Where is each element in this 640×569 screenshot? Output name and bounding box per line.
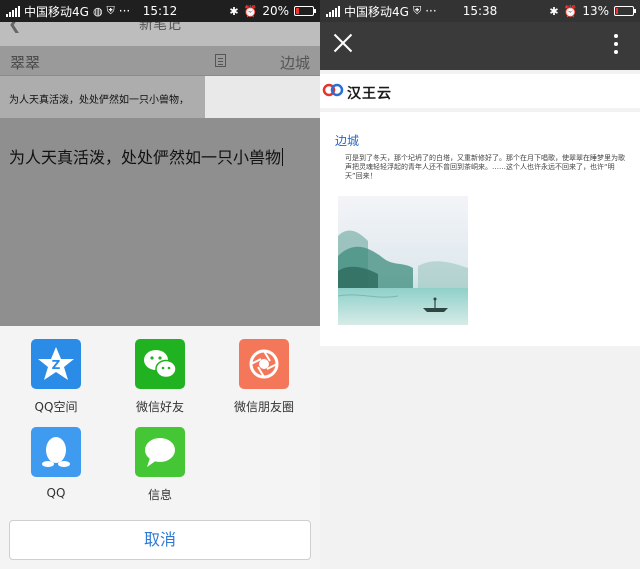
wechat-icon	[135, 339, 185, 389]
share-message-label: 信息	[147, 488, 172, 502]
notebook-icon[interactable]	[215, 54, 226, 67]
message-icon	[135, 427, 185, 477]
qq-icon	[31, 427, 81, 477]
status-bar: 中国移动4G ⛨ ··· 15:38 ✱ ⏰ 13%	[320, 0, 640, 22]
more-dots-icon: ···	[118, 4, 131, 18]
article-title: 边城	[335, 134, 360, 148]
brand-name: 汉王云	[347, 86, 392, 102]
more-vertical-icon[interactable]	[614, 34, 618, 54]
share-message[interactable]: 信息	[110, 427, 210, 503]
share-qzone[interactable]: Z QQ空间	[6, 339, 106, 415]
alarm-icon: ⏰	[563, 4, 578, 18]
qzone-icon: Z	[31, 339, 81, 389]
recognized-text: 为人天真活泼，处处俨然如一只小兽物，	[9, 95, 189, 106]
browser-toolbar	[320, 22, 640, 70]
note-share-screen: ❮ 新笔记 中国移动4G ◍ ⛨ ··· 15:12 ✱ ⏰ 20% 翠翠 边城…	[0, 0, 320, 569]
battery-percent: 13%	[582, 4, 609, 18]
share-moments[interactable]: 微信朋友圈	[214, 339, 314, 415]
note-author[interactable]: 翠翠	[10, 52, 40, 73]
bluetooth-icon: ✱	[229, 4, 239, 18]
share-moments-label: 微信朋友圈	[233, 400, 294, 414]
shield-icon: ⛨	[412, 4, 422, 17]
share-qzone-label: QQ空间	[34, 400, 78, 414]
brand-bar: 汉王云	[320, 74, 640, 108]
carrier-label: 中国移动4G	[24, 4, 89, 19]
close-icon[interactable]	[332, 32, 354, 54]
bluetooth-icon: ✱	[549, 4, 559, 18]
battery-percent: 20%	[262, 4, 289, 18]
status-bar: 中国移动4G ◍ ⛨ ··· 15:12 ✱ ⏰ 20%	[0, 0, 320, 22]
note-body-text: 为人天真活泼，处处俨然如一只小兽物	[9, 148, 282, 167]
article-body: 可是到了冬天，那个圮坍了的白塔，又重新修好了。那个在月下唱歌，使翠翠在睡梦里为歌…	[345, 154, 625, 180]
note-body[interactable]: 为人天真活泼，处处俨然如一只小兽物	[0, 118, 320, 326]
article-card: 边城 可是到了冬天，那个圮坍了的白塔，又重新修好了。那个在月下唱歌，使翠翠在睡梦…	[320, 112, 640, 346]
alarm-icon: ⏰	[243, 4, 258, 18]
landscape-image	[338, 196, 468, 325]
text-cursor	[282, 148, 284, 166]
carrier-label: 中国移动4G	[344, 4, 409, 19]
share-qq-label: QQ	[46, 486, 66, 500]
signal-icon	[6, 5, 20, 17]
more-dots-icon: ···	[425, 4, 437, 18]
shield-icon: ⛨	[106, 4, 115, 17]
cancel-button[interactable]: 取消	[9, 520, 311, 560]
share-qq[interactable]: QQ	[6, 427, 106, 500]
share-wechat-label: 微信好友	[135, 400, 184, 414]
article-screen: 中国移动4G ⛨ ··· 15:38 ✱ ⏰ 13% 汉王云 边城 可是到了冬天…	[320, 0, 640, 569]
handwriting-recognition-card[interactable]: 为人天真活泼，处处俨然如一只小兽物，	[0, 76, 205, 118]
signal-icon	[326, 5, 340, 17]
hanvon-cloud-logo-icon	[322, 83, 344, 97]
wifi-icon: ◍	[92, 4, 103, 18]
svg-text:Z: Z	[52, 358, 61, 372]
share-wechat[interactable]: 微信好友	[110, 339, 210, 415]
note-meta-bar: 翠翠 边城	[0, 46, 320, 76]
battery-icon	[294, 6, 316, 16]
share-sheet: Z QQ空间 微信好友 微信朋友圈 QQ 信息 取消	[0, 326, 320, 569]
note-body-line: 为人天真活泼，处处俨然如一只小兽物	[9, 144, 284, 168]
note-place[interactable]: 边城	[280, 52, 310, 73]
battery-icon	[614, 6, 636, 16]
moments-icon	[239, 339, 289, 389]
